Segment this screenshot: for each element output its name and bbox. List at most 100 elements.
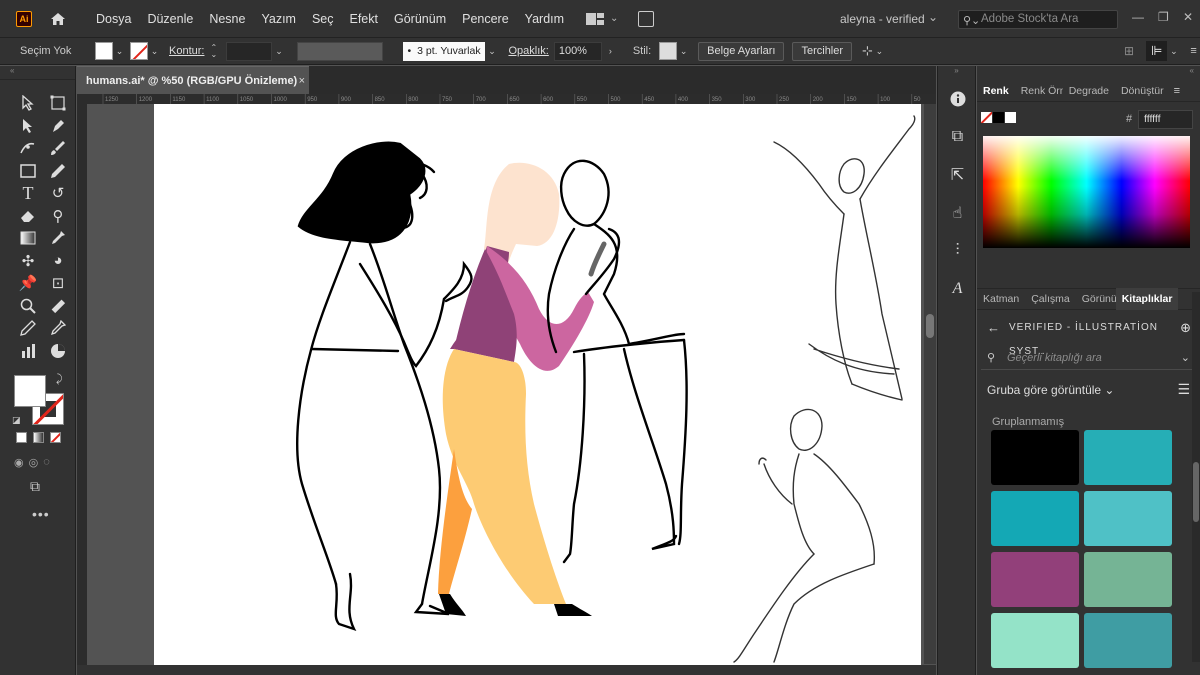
- menu-lines-icon[interactable]: ≡: [1190, 45, 1196, 57]
- stroke-stepper-icon[interactable]: ⌃ ⌄: [210, 44, 222, 59]
- preferences-button[interactable]: Tercihler: [792, 41, 853, 61]
- menu-file[interactable]: Dosya: [88, 12, 139, 26]
- iconcol-collapse-icon[interactable]: »: [938, 66, 975, 80]
- eyedropper-alt-icon[interactable]: [44, 317, 72, 340]
- grid-icon[interactable]: ⊞: [1124, 44, 1134, 58]
- libraries-scrollbar[interactable]: [1192, 292, 1200, 662]
- default-colors-icon[interactable]: ◪: [12, 415, 21, 426]
- library-color-swatch[interactable]: [1084, 552, 1172, 607]
- fill-stroke-widget[interactable]: ⤸ ◪: [12, 373, 68, 429]
- gradient-tool-icon[interactable]: [14, 227, 42, 250]
- properties-sliders-icon[interactable]: ⫶: [938, 232, 977, 270]
- export-icon[interactable]: ⧉: [938, 118, 977, 156]
- none-mode-icon[interactable]: [50, 432, 61, 443]
- variable-width-profile[interactable]: [297, 41, 384, 61]
- info-icon[interactable]: [938, 80, 977, 118]
- tab-gradient[interactable]: Degrade: [1063, 85, 1115, 97]
- stroke-weight-chevron-icon[interactable]: ⌄: [272, 46, 285, 57]
- style-chevron-icon[interactable]: ⌄: [677, 46, 690, 57]
- rotate-tool-icon[interactable]: ↺: [44, 182, 72, 205]
- artboard-tool-icon[interactable]: ⊡: [44, 272, 72, 295]
- scroll-thumb[interactable]: [926, 314, 934, 338]
- puppet-hand-icon[interactable]: ☝: [938, 194, 977, 232]
- close-window-icon[interactable]: ✕: [1183, 10, 1193, 24]
- home-icon[interactable]: [50, 12, 66, 26]
- library-color-swatch[interactable]: [991, 491, 1079, 546]
- stroke-chevron-icon[interactable]: ⌄: [148, 46, 161, 57]
- opacity-label[interactable]: Opaklık:: [508, 45, 548, 57]
- color-mode-icon[interactable]: [16, 432, 27, 443]
- black-swatch[interactable]: [993, 112, 1004, 123]
- arrange-icon[interactable]: ⊹: [862, 43, 873, 59]
- workspace-chevron-icon[interactable]: ⌄: [610, 13, 618, 24]
- paintbrush-icon[interactable]: [44, 137, 72, 160]
- swap-colors-icon[interactable]: ⤸: [56, 373, 63, 386]
- rectangle-tool-icon[interactable]: [14, 160, 42, 183]
- direct-select-arrow-icon[interactable]: [14, 115, 42, 138]
- fill-color-box[interactable]: [14, 375, 46, 407]
- tab-swatches[interactable]: Renk Örnekleri: [1015, 85, 1063, 97]
- library-search-chevron-icon[interactable]: ⌄: [1181, 346, 1190, 370]
- library-search-input[interactable]: ⚲ Geçerli kitaplığı ara ⌄: [981, 346, 1196, 370]
- pin-tool-icon[interactable]: 📌: [14, 272, 42, 295]
- opacity-arrow-icon[interactable]: ›: [604, 46, 617, 56]
- arrange-chevron-icon[interactable]: ⌄: [873, 46, 886, 57]
- fill-swatch[interactable]: [95, 42, 113, 60]
- tab-appearance[interactable]: Görünüm: [1076, 293, 1116, 305]
- draw-behind-icon[interactable]: ◎: [29, 456, 39, 469]
- artboard[interactable]: [154, 104, 921, 665]
- stroke-swatch[interactable]: [130, 42, 148, 60]
- edit-toolbar-icon[interactable]: •••: [32, 506, 50, 522]
- none-swatch[interactable]: [981, 112, 992, 123]
- list-view-icon[interactable]: ☰: [1177, 381, 1190, 398]
- document-tab[interactable]: humans.ai* @ %50 (RGB/GPU Önizleme) ×: [77, 66, 309, 94]
- menu-select[interactable]: Seç: [304, 12, 342, 26]
- menu-help[interactable]: Yardım: [517, 12, 572, 26]
- menu-type[interactable]: Yazım: [253, 12, 304, 26]
- pen-tool-icon[interactable]: [44, 115, 72, 138]
- gradient-mode-icon[interactable]: [33, 432, 44, 443]
- stock-search-input[interactable]: ⚲⌄ Adobe Stock'ta Ara: [958, 10, 1118, 29]
- close-tab-icon[interactable]: ×: [299, 67, 305, 95]
- lasso-tool-icon[interactable]: ⚲: [44, 205, 72, 228]
- workspace-switcher-icon[interactable]: [586, 12, 605, 26]
- type-tool-icon[interactable]: T: [14, 182, 42, 205]
- white-swatch[interactable]: [1005, 112, 1016, 123]
- stroke-label[interactable]: Kontur:: [169, 45, 204, 57]
- restore-icon[interactable]: ❐: [1158, 10, 1169, 24]
- library-color-swatch[interactable]: [1084, 613, 1172, 668]
- share-document-icon[interactable]: [638, 10, 655, 27]
- puppet-warp-icon[interactable]: ✣: [14, 250, 42, 273]
- library-color-swatch[interactable]: [1084, 491, 1172, 546]
- brush-definition-select[interactable]: • 3 pt. Yuvarlak: [403, 41, 486, 61]
- pencil-tool-icon[interactable]: [44, 160, 72, 183]
- document-settings-button[interactable]: Belge Ayarları: [698, 41, 785, 61]
- brush-chevron-icon[interactable]: ⌄: [485, 46, 498, 57]
- library-color-swatch[interactable]: [991, 613, 1079, 668]
- canvas-vertical-scrollbar[interactable]: [924, 104, 936, 664]
- tab-transform[interactable]: Dönüştür: [1115, 85, 1170, 97]
- screen-mode-icon[interactable]: ⧉: [30, 478, 40, 495]
- horizontal-ruler[interactable]: 1250 1200 1150 1100 1050 1000 950 900 850 800 750 7…: [87, 94, 936, 104]
- shape-builder-icon[interactable]: ◕: [44, 250, 72, 273]
- library-color-swatch[interactable]: [991, 430, 1079, 485]
- open-in-icon[interactable]: ⇱: [938, 156, 977, 194]
- account-name[interactable]: aleyna - verified: [840, 12, 925, 26]
- menu-view[interactable]: Görünüm: [386, 12, 454, 26]
- collaborate-icon[interactable]: ⊕: [1180, 316, 1192, 340]
- curvature-tool-icon[interactable]: [14, 137, 42, 160]
- vertical-ruler[interactable]: [77, 94, 87, 665]
- draw-inside-icon[interactable]: ◌: [43, 456, 50, 469]
- draw-normal-icon[interactable]: ◉: [14, 456, 24, 469]
- tab-layers[interactable]: Katman: [977, 293, 1025, 305]
- libraries-scroll-thumb[interactable]: [1193, 462, 1199, 522]
- selection-tool-icon[interactable]: [14, 92, 42, 115]
- tab-color[interactable]: Renk: [977, 85, 1015, 97]
- group-by-dropdown[interactable]: Gruba göre görüntüle ⌄: [987, 383, 1114, 397]
- menu-window[interactable]: Pencere: [454, 12, 517, 26]
- align-chevron-icon[interactable]: ⌄: [1167, 46, 1180, 57]
- direct-selection-icon[interactable]: [44, 92, 72, 115]
- toolbar-collapse-icon[interactable]: «: [0, 66, 75, 80]
- library-color-swatch[interactable]: [1084, 430, 1172, 485]
- illustration[interactable]: [154, 104, 921, 665]
